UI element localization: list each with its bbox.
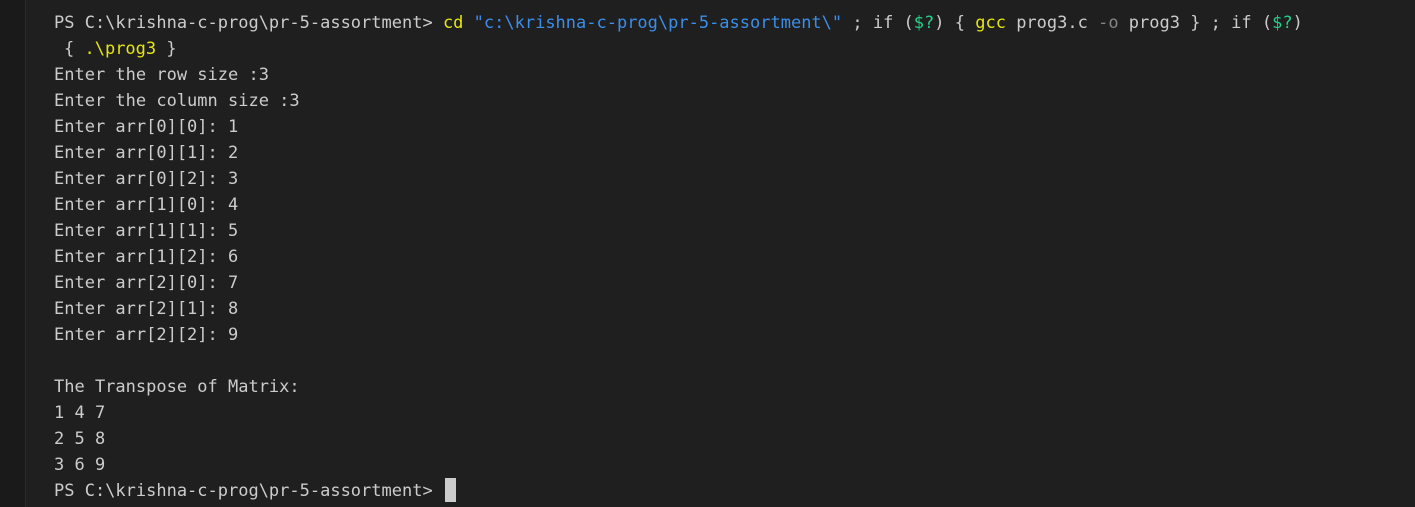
output-line: The Transpose of Matrix: bbox=[54, 377, 300, 397]
if-keyword-segment: ; if ( bbox=[842, 13, 914, 33]
final-prompt-line[interactable]: PS C:\krishna-c-prog\pr-5-assortment> bbox=[54, 478, 1405, 504]
command-continuation: { .\prog3 } bbox=[64, 39, 177, 59]
status-variable: $? bbox=[1272, 13, 1293, 33]
output-line: Enter arr[2][2]: 9 bbox=[54, 325, 239, 345]
program-output: Enter the row size :3 Enter the column si… bbox=[54, 62, 1405, 478]
gcc-source-arg: prog3.c bbox=[1005, 13, 1099, 33]
block-open-segment: ) { bbox=[934, 13, 976, 33]
terminal-output: PS C:\krishna-c-prog\pr-5-assortment> cd… bbox=[54, 10, 1405, 504]
run-program-command: .\prog3 bbox=[84, 39, 157, 59]
path-string: "c:\krishna-c-prog\pr-5-assortment\" bbox=[473, 13, 843, 33]
output-line: Enter arr[2][1]: 8 bbox=[54, 299, 239, 319]
command-line: PS C:\krishna-c-prog\pr-5-assortment> cd… bbox=[54, 10, 1405, 36]
text-cursor[interactable] bbox=[444, 478, 456, 502]
output-line: Enter the row size :3 bbox=[54, 65, 269, 85]
terminal-gutter bbox=[0, 0, 25, 507]
output-line: Enter arr[1][1]: 5 bbox=[54, 221, 239, 241]
gcc-output-arg: prog3 } ; if ( bbox=[1118, 13, 1273, 33]
output-line: Enter arr[0][2]: 3 bbox=[54, 169, 239, 189]
shell-prompt: PS C:\krishna-c-prog\pr-5-assortment> bbox=[54, 13, 443, 33]
output-line: Enter arr[1][2]: 6 bbox=[54, 247, 239, 267]
output-line: 2 5 8 bbox=[54, 429, 106, 449]
output-line: Enter arr[2][0]: 7 bbox=[54, 273, 239, 293]
output-line: Enter arr[0][1]: 2 bbox=[54, 143, 239, 163]
output-line: Enter arr[0][0]: 1 bbox=[54, 117, 239, 137]
output-line: Enter the column size :3 bbox=[54, 91, 300, 111]
cd-command: cd bbox=[442, 13, 464, 33]
output-line: 1 4 7 bbox=[54, 403, 106, 423]
terminal-panel[interactable]: PS C:\krishna-c-prog\pr-5-assortment> cd… bbox=[0, 0, 1415, 507]
gcc-command: gcc bbox=[975, 13, 1006, 33]
gutter-divider bbox=[25, 0, 26, 507]
shell-prompt: PS C:\krishna-c-prog\pr-5-assortment> bbox=[54, 481, 443, 501]
status-variable: $? bbox=[913, 13, 935, 33]
paren-close: ) bbox=[1292, 13, 1303, 33]
output-line: 3 6 9 bbox=[54, 455, 106, 475]
output-line: Enter arr[1][0]: 4 bbox=[54, 195, 239, 215]
output-flag: -o bbox=[1098, 13, 1119, 33]
